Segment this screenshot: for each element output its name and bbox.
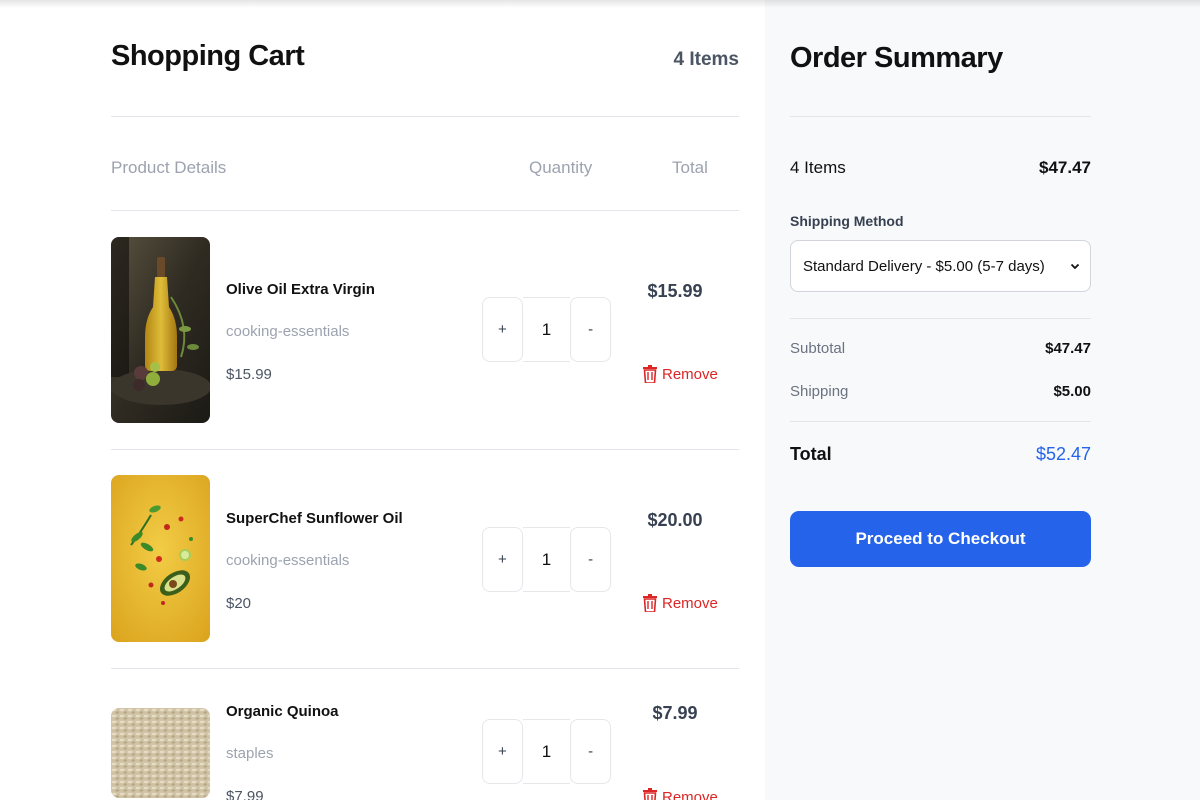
- quantity-stepper: + 1 -: [482, 527, 611, 592]
- checkout-button[interactable]: Proceed to Checkout: [790, 511, 1091, 567]
- quinoa-grains-photo: [111, 708, 210, 798]
- quantity-value[interactable]: 1: [522, 297, 571, 362]
- divider: [790, 318, 1091, 319]
- divider: [111, 668, 739, 669]
- divider: [111, 449, 739, 450]
- shipping-value: $5.00: [1053, 383, 1091, 400]
- product-category: cooking-essentials: [226, 552, 350, 569]
- trash-icon: [643, 788, 657, 800]
- cart-item: SuperChef Sunflower Oil cooking-essentia…: [111, 475, 739, 645]
- subtotal-label: Subtotal: [790, 340, 846, 357]
- divider: [790, 116, 1091, 117]
- cart-title: Shopping Cart: [111, 40, 305, 72]
- decrement-button[interactable]: -: [570, 719, 611, 784]
- olive-oil-bottle-photo: [111, 237, 210, 423]
- shipping-method-selected: Standard Delivery - $5.00 (5-7 days): [803, 257, 1045, 275]
- total-label: Total: [790, 444, 832, 464]
- divider: [790, 421, 1091, 422]
- order-summary-title: Order Summary: [790, 42, 1003, 74]
- product-unit-price: $20: [226, 595, 252, 612]
- trash-icon: [643, 594, 657, 612]
- remove-label: Remove: [662, 788, 718, 800]
- trash-icon: [643, 365, 657, 383]
- order-summary-panel: Order Summary 4 Items $47.47 Shipping Me…: [765, 0, 1200, 800]
- shipping-label: Shipping: [790, 383, 849, 400]
- increment-button[interactable]: +: [482, 719, 523, 784]
- vegetables-on-yellow-photo: [111, 475, 210, 642]
- product-name[interactable]: SuperChef Sunflower Oil: [226, 510, 403, 527]
- shipping-method-label: Shipping Method: [790, 213, 904, 229]
- line-total: $20.00: [647, 510, 703, 530]
- total-row: Total $52.47: [790, 444, 1091, 465]
- product-category: cooking-essentials: [226, 323, 350, 340]
- cart-item: Organic Quinoa staples $7.99 + 1 - $7.99…: [111, 700, 739, 800]
- remove-button[interactable]: Remove: [643, 594, 718, 612]
- divider: [111, 116, 739, 117]
- top-shadow: [0, 0, 1200, 8]
- divider: [111, 210, 739, 211]
- decrement-button[interactable]: -: [570, 297, 611, 362]
- increment-button[interactable]: +: [482, 297, 523, 362]
- quantity-stepper: + 1 -: [482, 297, 611, 362]
- remove-label: Remove: [662, 365, 718, 383]
- column-header-total: Total: [672, 158, 708, 177]
- increment-button[interactable]: +: [482, 527, 523, 592]
- chevron-down-icon: [1070, 263, 1080, 270]
- quantity-stepper: + 1 -: [482, 719, 611, 784]
- product-unit-price: $15.99: [226, 366, 272, 383]
- subtotal-value: $47.47: [1045, 340, 1091, 357]
- shopping-cart-panel: Shopping Cart 4 Items Product Details Qu…: [111, 0, 739, 800]
- remove-label: Remove: [662, 594, 718, 612]
- remove-button[interactable]: Remove: [643, 788, 718, 800]
- summary-items-row: 4 Items $47.47: [790, 158, 1091, 178]
- product-category: staples: [226, 745, 274, 762]
- cart-header: Shopping Cart 4 Items: [111, 40, 739, 85]
- summary-items-value: $47.47: [1039, 158, 1091, 177]
- line-total: $7.99: [652, 703, 698, 723]
- quantity-value[interactable]: 1: [522, 719, 571, 784]
- column-header-product: Product Details: [111, 158, 227, 177]
- subtotal-row: Subtotal $47.47: [790, 340, 1091, 357]
- product-name[interactable]: Organic Quinoa: [226, 703, 339, 720]
- cart-item-count: 4 Items: [673, 49, 739, 70]
- product-name[interactable]: Olive Oil Extra Virgin: [226, 281, 375, 298]
- remove-button[interactable]: Remove: [643, 365, 718, 383]
- shipping-method-select[interactable]: Standard Delivery - $5.00 (5-7 days): [790, 240, 1091, 292]
- summary-items-label: 4 Items: [790, 158, 846, 177]
- column-header-quantity: Quantity: [529, 158, 593, 177]
- product-unit-price: $7.99: [226, 788, 264, 800]
- quantity-value[interactable]: 1: [522, 527, 571, 592]
- shipping-row: Shipping $5.00: [790, 383, 1091, 400]
- cart-item: Olive Oil Extra Virgin cooking-essential…: [111, 237, 739, 427]
- line-total: $15.99: [647, 281, 703, 301]
- total-value: $52.47: [1035, 444, 1091, 464]
- decrement-button[interactable]: -: [570, 527, 611, 592]
